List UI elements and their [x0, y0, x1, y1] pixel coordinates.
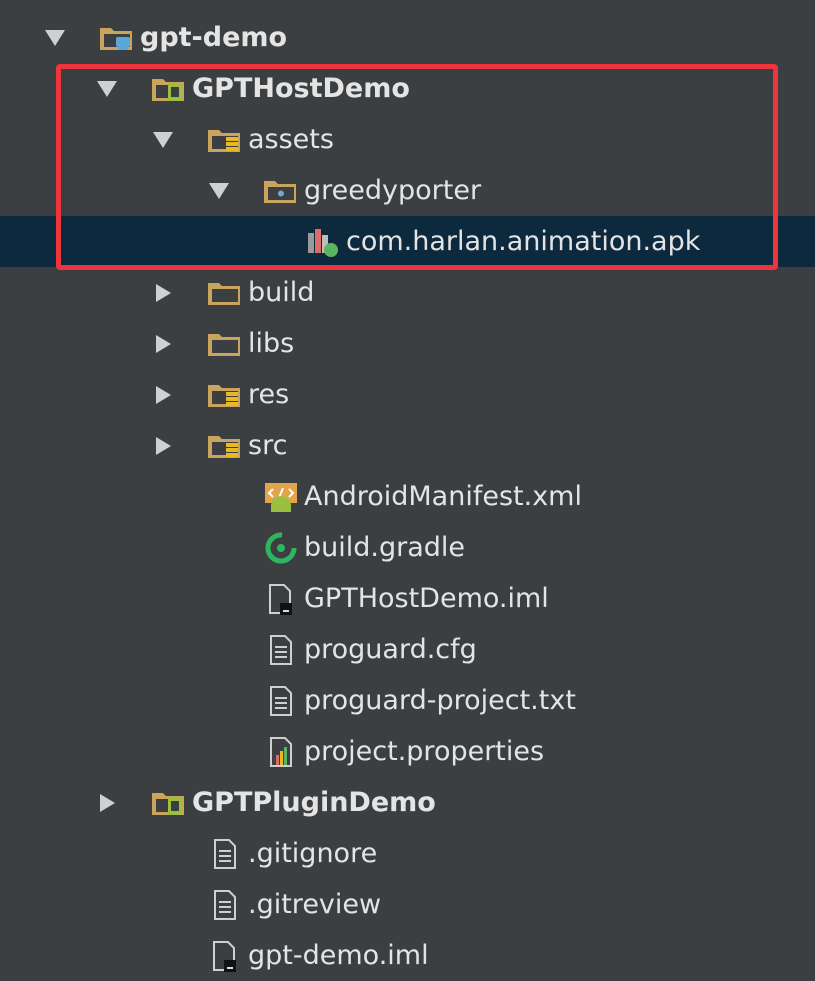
tree-item[interactable]: proguard-project.txt	[0, 675, 815, 726]
android-manifest-icon	[262, 480, 300, 514]
project-tree: gpt-demo GPTHostDemo assets greedyporter com…	[0, 12, 815, 981]
tree-item-label: greedyporter	[304, 175, 482, 206]
resource-folder-icon	[206, 429, 244, 463]
tree-item[interactable]: gpt-demo	[0, 12, 815, 63]
android-module-folder-icon	[150, 72, 188, 106]
expand-arrow-right-icon[interactable]	[152, 384, 174, 406]
expand-arrow-right-icon[interactable]	[152, 333, 174, 355]
text-file-icon	[206, 888, 244, 922]
tree-item-label: build	[248, 277, 315, 308]
iml-file-icon	[262, 582, 300, 616]
tree-item-label: build.gradle	[304, 532, 466, 563]
tree-item[interactable]: .gitignore	[0, 828, 815, 879]
apk-file-icon	[304, 225, 342, 259]
tree-item-label: res	[248, 379, 290, 410]
tree-item[interactable]: assets	[0, 114, 815, 165]
tree-item[interactable]: greedyporter	[0, 165, 815, 216]
expand-arrow-down-icon[interactable]	[96, 78, 118, 100]
resource-folder-icon	[206, 378, 244, 412]
tree-item-label: com.harlan.animation.apk	[346, 226, 701, 257]
text-file-icon	[262, 633, 300, 667]
tree-item-label: GPTHostDemo.iml	[304, 583, 549, 614]
expand-arrow-down-icon[interactable]	[208, 180, 230, 202]
tree-item[interactable]: res	[0, 369, 815, 420]
expand-arrow-right-icon[interactable]	[96, 792, 118, 814]
folder-icon	[206, 276, 244, 310]
tree-item[interactable]: gpt-demo.iml	[0, 930, 815, 981]
properties-file-icon	[262, 735, 300, 769]
tree-item-label: project.properties	[304, 736, 545, 767]
tree-item[interactable]: src	[0, 420, 815, 471]
tree-item[interactable]: build.gradle	[0, 522, 815, 573]
tree-item[interactable]: proguard.cfg	[0, 624, 815, 675]
iml-file-icon	[206, 939, 244, 973]
tree-item[interactable]: GPTHostDemo	[0, 63, 815, 114]
android-module-folder-icon	[150, 786, 188, 820]
tree-item[interactable]: libs	[0, 318, 815, 369]
tree-item-label: assets	[248, 124, 334, 155]
expand-arrow-down-icon[interactable]	[152, 129, 174, 151]
tree-item-label: .gitreview	[248, 889, 382, 920]
expand-arrow-right-icon[interactable]	[152, 435, 174, 457]
tree-item[interactable]: project.properties	[0, 726, 815, 777]
resource-folder-icon	[206, 123, 244, 157]
tree-item-label: gpt-demo	[140, 22, 288, 53]
tree-item-label: libs	[248, 328, 295, 359]
tree-item[interactable]: build	[0, 267, 815, 318]
expand-arrow-right-icon[interactable]	[152, 282, 174, 304]
tree-item[interactable]: .gitreview	[0, 879, 815, 930]
tree-item[interactable]: GPTHostDemo.iml	[0, 573, 815, 624]
tree-item-label: proguard.cfg	[304, 634, 477, 665]
package-folder-icon	[262, 174, 300, 208]
tree-item-label: GPTHostDemo	[192, 73, 410, 104]
tree-item[interactable]: com.harlan.animation.apk	[0, 216, 815, 267]
tree-item-label: src	[248, 430, 288, 461]
tree-item-label: GPTPluginDemo	[192, 787, 436, 818]
tree-item-label: AndroidManifest.xml	[304, 481, 582, 512]
tree-item-label: gpt-demo.iml	[248, 940, 429, 971]
tree-item[interactable]: AndroidManifest.xml	[0, 471, 815, 522]
folder-icon	[206, 327, 244, 361]
tree-item-label: proguard-project.txt	[304, 685, 576, 716]
module-folder-icon	[98, 21, 136, 55]
tree-item[interactable]: GPTPluginDemo	[0, 777, 815, 828]
tree-item-label: .gitignore	[248, 838, 378, 869]
text-file-icon	[206, 837, 244, 871]
expand-arrow-down-icon[interactable]	[44, 27, 66, 49]
text-file-icon	[262, 684, 300, 718]
gradle-icon	[262, 531, 300, 565]
